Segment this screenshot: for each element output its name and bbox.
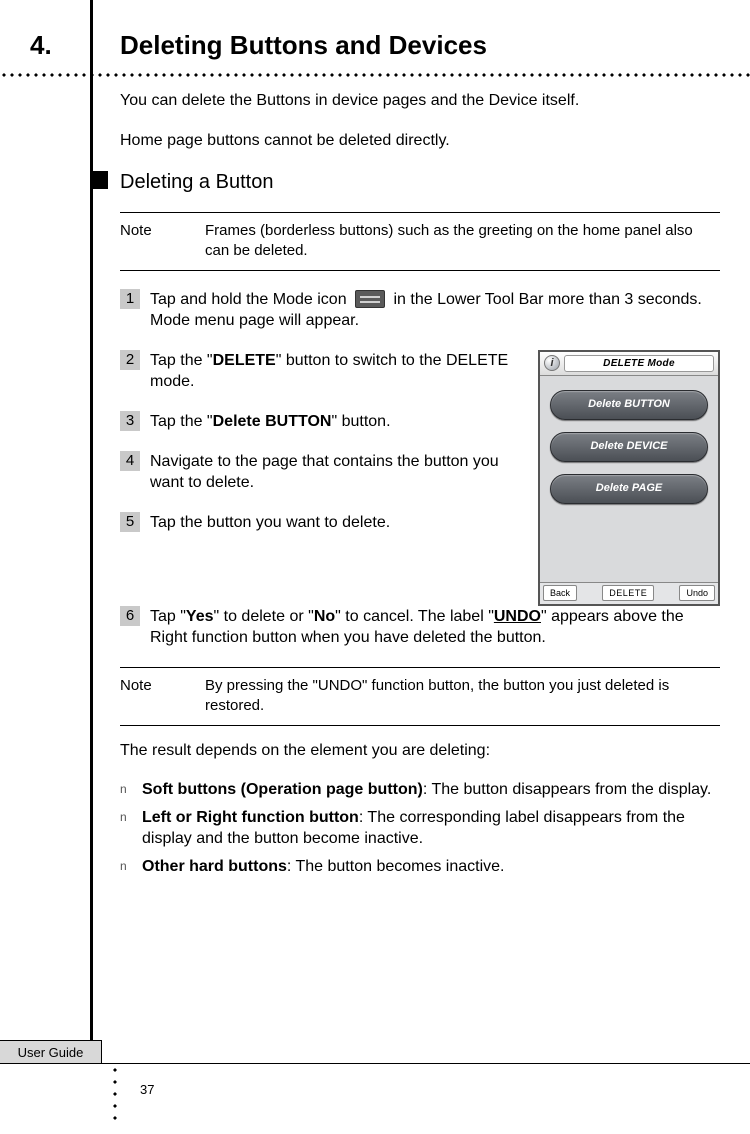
figure-button-delete-page: Delete PAGE [550,474,708,504]
t-bold: Other hard buttons [142,858,287,875]
step-6: 6 Tap "Yes" to delete or "No" to cancel.… [120,606,720,649]
step-text: Navigate to the page that contains the b… [150,451,524,494]
t-bold: Delete BUTTON [213,413,332,430]
figure-titlebar: i DELETE Mode [540,352,718,376]
section-number: 4. [30,30,52,61]
result-intro: The result depends on the element you ar… [120,740,720,762]
step-1: 1 Tap and hold the Mode icon in the Lowe… [120,289,720,332]
note-text: Frames (borderless buttons) such as the … [205,221,720,262]
note-text: By pressing the "UNDO" function button, … [205,676,720,717]
note-rule-bottom [120,270,720,271]
step-number: 6 [120,606,140,626]
page-number-dots [112,1064,118,1124]
t-bold: No [314,608,335,625]
step-5: 5 Tap the button you want to delete. [120,512,524,534]
list-item: Soft buttons (Operation page button): Th… [142,779,720,801]
step-3: 3 Tap the "Delete BUTTON" button. [120,411,524,433]
step-number: 2 [120,350,140,370]
t: " button. [331,413,390,430]
footer-tab: User Guide [0,1040,102,1064]
t: " to delete or " [214,608,314,625]
note2-rule-top [120,667,720,668]
page-number: 37 [140,1082,154,1097]
note-rule-top [120,212,720,213]
step-number: 5 [120,512,140,532]
subheading-marker [90,171,108,189]
figure-softkey-undo: Undo [679,585,715,601]
t: Tap " [150,608,186,625]
t-bold-underline: UNDO [494,608,541,625]
note-2: Note By pressing the "UNDO" function but… [120,676,720,717]
note-label: Note [120,676,175,717]
figure-body: Delete BUTTON Delete DEVICE Delete PAGE [540,376,718,504]
steps-column: 2 Tap the "DELETE" button to switch to t… [120,350,524,606]
step-number: 1 [120,289,140,309]
figure-button-delete-button: Delete BUTTON [550,390,708,420]
t-bold: Yes [186,608,214,625]
step-4: 4 Navigate to the page that contains the… [120,451,524,494]
step-text: Tap and hold the Mode icon in the Lower … [150,289,720,332]
figure-button-delete-device: Delete DEVICE [550,432,708,462]
result-list: Soft buttons (Operation page button): Th… [120,779,720,877]
body-column: You can delete the Buttons in device pag… [120,90,720,884]
subheading-row: Deleting a Button [120,169,720,196]
step-2: 2 Tap the "DELETE" button to switch to t… [120,350,524,393]
step-text: Tap the "Delete BUTTON" button. [150,411,524,433]
figure-softkey-back: Back [543,585,577,601]
steps-and-figure: 2 Tap the "DELETE" button to switch to t… [120,350,720,606]
t: Tap the " [150,413,213,430]
intro-p1: You can delete the Buttons in device pag… [120,90,720,112]
t-bold: Soft buttons (Operation page button) [142,781,423,798]
list-item: Other hard buttons: The button becomes i… [142,856,720,878]
step-text-a: Tap and hold the Mode icon [150,291,351,308]
figure-softkey-center: DELETE [602,585,654,601]
dotted-rule [0,72,750,78]
t: : The button becomes inactive. [287,858,505,875]
t: Tap the " [150,352,213,369]
note-label: Note [120,221,175,262]
section-title: Deleting Buttons and Devices [120,30,487,61]
manual-page: 4. Deleting Buttons and Devices You can … [0,0,750,1134]
t: : The button disappe­ars from the displa… [423,781,711,798]
info-icon: i [544,355,560,371]
screenshot-figure: i DELETE Mode Delete BUTTON Delete DEVIC… [538,350,720,606]
step-number: 4 [120,451,140,471]
figure-bottom-bar: Back DELETE Undo [540,582,718,604]
step-text: Tap the button you want to delete. [150,512,524,534]
note2-rule-bottom [120,725,720,726]
list-item: Left or Right function button: The corre… [142,807,720,850]
t-bold: Left or Right function button [142,809,359,826]
note-1: Note Frames (borderless buttons) such as… [120,221,720,262]
figure-title: DELETE Mode [564,355,714,373]
step-text: Tap the "DELETE" button to switch to the… [150,350,524,393]
step-text: Tap "Yes" to delete or "No" to cancel. T… [150,606,720,649]
subheading: Deleting a Button [120,169,720,196]
vertical-rule [90,0,93,1060]
mode-icon [355,290,385,308]
t: " to cancel. The label " [335,608,494,625]
t-bold: DELETE [213,352,276,369]
step-number: 3 [120,411,140,431]
intro-p2: Home page buttons cannot be deleted dire… [120,130,720,152]
